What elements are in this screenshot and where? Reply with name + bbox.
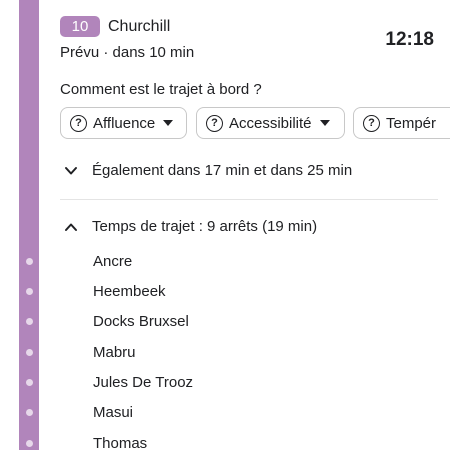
chevron-up-icon — [65, 223, 77, 231]
departure-time: 12:18 — [385, 29, 434, 50]
feedback-question: Comment est le trajet à bord ? — [60, 81, 262, 98]
help-circle-icon: ? — [363, 114, 380, 132]
stop-dot — [26, 318, 33, 325]
departure-status: Prévu · dans 10 min — [60, 44, 195, 61]
help-circle-icon: ? — [70, 114, 87, 132]
caret-down-icon — [163, 120, 174, 126]
stop-name: Jules De Trooz — [93, 374, 194, 391]
temperature-chip[interactable]: ? Tempér — [353, 107, 450, 139]
trip-duration-label: Temps de trajet : 9 arrêts (19 min) — [92, 218, 318, 235]
stop-dot — [26, 288, 33, 295]
stop-name: Docks Bruxsel — [93, 313, 189, 330]
stop-dot — [26, 409, 33, 416]
stop-name: Mabru — [93, 344, 136, 361]
temperature-chip-label: Tempér — [386, 114, 437, 132]
caret-down-icon — [319, 120, 330, 126]
stop-dot — [26, 258, 33, 265]
stop-name: Ancre — [93, 253, 133, 270]
accessibility-chip[interactable]: ? Accessibilité — [196, 107, 345, 139]
other-departures-label: Également dans 17 min et dans 25 min — [92, 162, 353, 179]
stop-name: Heembeek — [93, 283, 166, 300]
help-circle-icon: ? — [206, 114, 223, 132]
trip-duration-toggle[interactable]: Temps de trajet : 9 arrêts (19 min) — [64, 217, 317, 237]
crowding-chip[interactable]: ? Affluence — [60, 107, 187, 139]
other-departures-toggle[interactable]: Également dans 17 min et dans 25 min — [64, 161, 352, 181]
crowding-chip-label: Affluence — [93, 114, 156, 132]
route-number-badge: 10 — [60, 16, 100, 37]
stop-dot — [26, 349, 33, 356]
stop-name: Thomas — [93, 435, 148, 452]
stop-dot — [26, 440, 33, 447]
accessibility-chip-label: Accessibilité — [229, 114, 312, 132]
destination-label: Churchill — [108, 18, 171, 35]
stop-dot — [26, 379, 33, 386]
stop-name: Masui — [93, 404, 134, 421]
chevron-down-icon — [65, 167, 77, 175]
divider — [60, 199, 438, 200]
